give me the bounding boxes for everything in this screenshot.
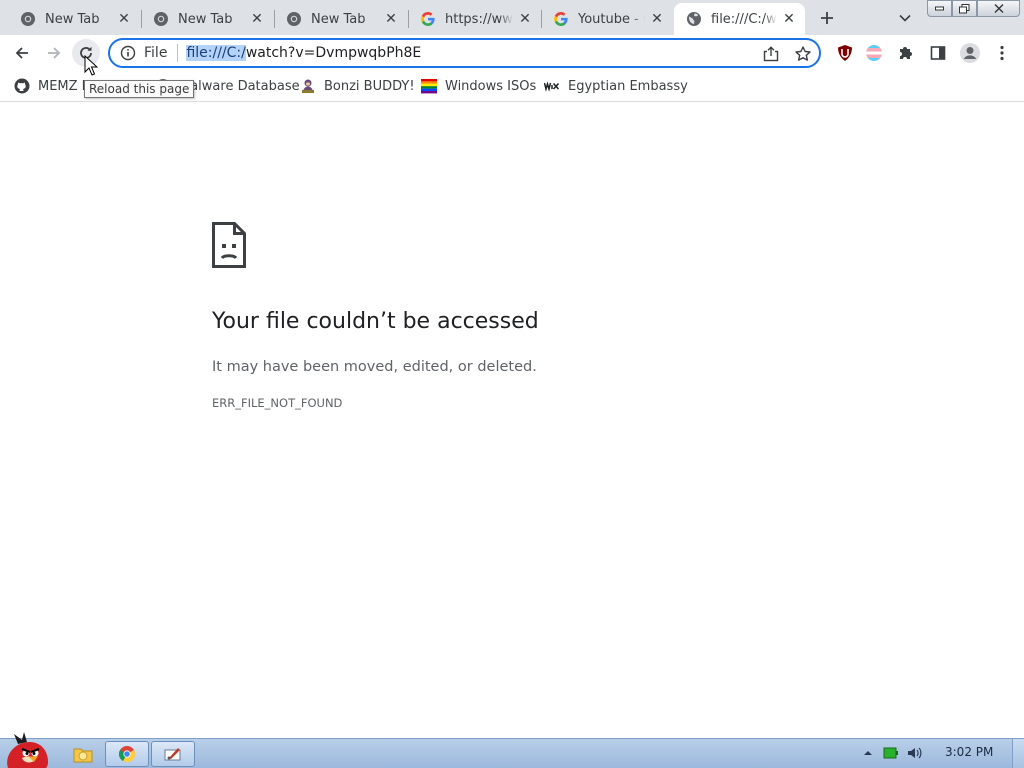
- back-button[interactable]: [8, 39, 36, 67]
- taskbar: 3:02 PM: [0, 738, 1024, 768]
- restore-button[interactable]: [952, 0, 977, 17]
- close-tab-icon[interactable]: ✕: [383, 11, 399, 27]
- bookmark-label: Malware Database: [179, 78, 300, 94]
- bookmark-bonzi-buddy[interactable]: Bonzi BUDDY!: [300, 76, 415, 96]
- chrome-icon: [154, 12, 168, 26]
- ublock-extension-button[interactable]: [833, 41, 857, 65]
- close-tab-icon[interactable]: ✕: [517, 11, 533, 27]
- side-panel-button[interactable]: [926, 41, 950, 65]
- github-icon: [14, 78, 30, 94]
- taskbar-explorer-button[interactable]: [66, 741, 100, 767]
- shield-icon: [838, 45, 852, 61]
- error-subtitle: It may have been moved, edited, or delet…: [212, 359, 537, 375]
- tab-label: Youtube - Google Search: [578, 11, 645, 27]
- globe-icon: [687, 12, 701, 26]
- tab-new-tab-2[interactable]: New Tab ✕: [141, 3, 273, 35]
- side-panel-icon: [930, 46, 946, 60]
- volume-icon[interactable]: [906, 745, 922, 761]
- tab-strip: New Tab ✕ New Tab ✕ New Tab ✕ https://ww…: [0, 0, 1024, 35]
- puzzle-icon: [900, 47, 912, 59]
- google-icon: [554, 12, 568, 26]
- arrow-right-icon: [48, 47, 61, 59]
- close-tab-icon[interactable]: ✕: [781, 11, 797, 27]
- tab-label: New Tab: [45, 11, 100, 27]
- tab-label: file:///C:/watch?v=DvmpwqbPh8E: [711, 11, 777, 27]
- bonzi-icon: [302, 79, 314, 93]
- rainbow-flag-icon: [421, 79, 437, 94]
- kebab-menu-icon: [1000, 45, 1004, 61]
- tab-label: https://www.google.com: [445, 11, 513, 27]
- share-icon[interactable]: [762, 45, 780, 63]
- chevron-down-icon: [899, 14, 911, 22]
- paint-icon: [164, 748, 181, 761]
- close-tab-icon[interactable]: ✕: [116, 11, 132, 27]
- show-hidden-icons-icon[interactable]: [860, 745, 876, 761]
- tab-search-button[interactable]: [893, 6, 917, 30]
- clock[interactable]: 3:02 PM: [945, 745, 993, 759]
- close-window-button[interactable]: [977, 0, 1020, 17]
- chrome-icon: [287, 12, 301, 26]
- start-button[interactable]: [2, 730, 52, 768]
- tab-file-active[interactable]: file:///C:/watch?v=DvmpwqbPh8E ✕: [674, 3, 805, 35]
- avatar-icon: [960, 43, 980, 63]
- show-desktop-button[interactable]: [1012, 739, 1024, 768]
- tab-google[interactable]: https://www.google.com ✕: [408, 3, 541, 35]
- bookmark-windows-isos[interactable]: Windows ISOs: [421, 76, 536, 96]
- url-selected-text: file:///C:/: [186, 45, 246, 61]
- extensions-button[interactable]: [894, 41, 918, 65]
- chrome-icon: [21, 12, 35, 26]
- bookmark-egyptian-embassy[interactable]: Egyptian Embassy: [544, 76, 688, 96]
- new-tab-button[interactable]: [815, 6, 839, 30]
- address-bar[interactable]: File file:///C:/watch?v=DvmpwqbPh8E: [108, 38, 821, 68]
- sad-file-icon: [212, 222, 246, 268]
- url-text[interactable]: file:///C:/watch?v=DvmpwqbPh8E: [186, 45, 421, 61]
- restore-icon: [959, 3, 970, 13]
- arrow-left-icon: [15, 47, 28, 59]
- mouse-cursor-icon: [84, 55, 98, 76]
- error-code: ERR_FILE_NOT_FOUND: [212, 396, 343, 410]
- info-icon[interactable]: [120, 45, 136, 61]
- chip-divider: [177, 44, 179, 62]
- bookmark-label: Egyptian Embassy: [568, 78, 688, 94]
- bookmark-label: Windows ISOs: [445, 78, 537, 94]
- error-title: Your file couldn’t be accessed: [212, 309, 539, 334]
- error-page: Your file couldn’t be accessed It may ha…: [0, 103, 1024, 738]
- star-icon[interactable]: [794, 45, 812, 63]
- google-icon: [421, 12, 435, 26]
- bookmark-label: Bonzi BUDDY!: [324, 78, 415, 94]
- plus-icon: [821, 12, 833, 24]
- close-tab-icon[interactable]: ✕: [249, 11, 265, 27]
- toolbar: File file:///C:/watch?v=DvmpwqbPh8E 10: [0, 35, 1024, 100]
- close-tab-icon[interactable]: ✕: [649, 11, 665, 27]
- tab-new-tab-1[interactable]: New Tab ✕: [8, 3, 140, 35]
- minimize-icon: [935, 6, 944, 11]
- tab-youtube-search[interactable]: Youtube - Google Search ✕: [541, 3, 673, 35]
- profile-button[interactable]: [958, 41, 982, 65]
- flag-extension-button[interactable]: [862, 41, 886, 65]
- minimize-button[interactable]: [927, 0, 952, 17]
- reload-tooltip: Reload this page: [84, 80, 195, 98]
- explorer-icon: [73, 748, 93, 763]
- close-icon: [994, 4, 1003, 13]
- wix-icon: [544, 81, 560, 92]
- url-rest-text: watch?v=DvmpwqbPh8E: [245, 45, 422, 61]
- taskbar-chrome-button[interactable]: [105, 741, 149, 767]
- menu-button[interactable]: [990, 41, 1014, 65]
- chrome-icon: [118, 746, 136, 763]
- tab-new-tab-3[interactable]: New Tab ✕: [274, 3, 407, 35]
- taskbar-paint-button[interactable]: [151, 741, 195, 767]
- trans-flag-icon: [866, 45, 882, 61]
- power-icon[interactable]: [883, 745, 899, 761]
- tab-label: New Tab: [178, 11, 233, 27]
- tab-label: New Tab: [311, 11, 366, 27]
- forward-button[interactable]: [40, 39, 68, 67]
- security-chip-label: File: [144, 45, 168, 61]
